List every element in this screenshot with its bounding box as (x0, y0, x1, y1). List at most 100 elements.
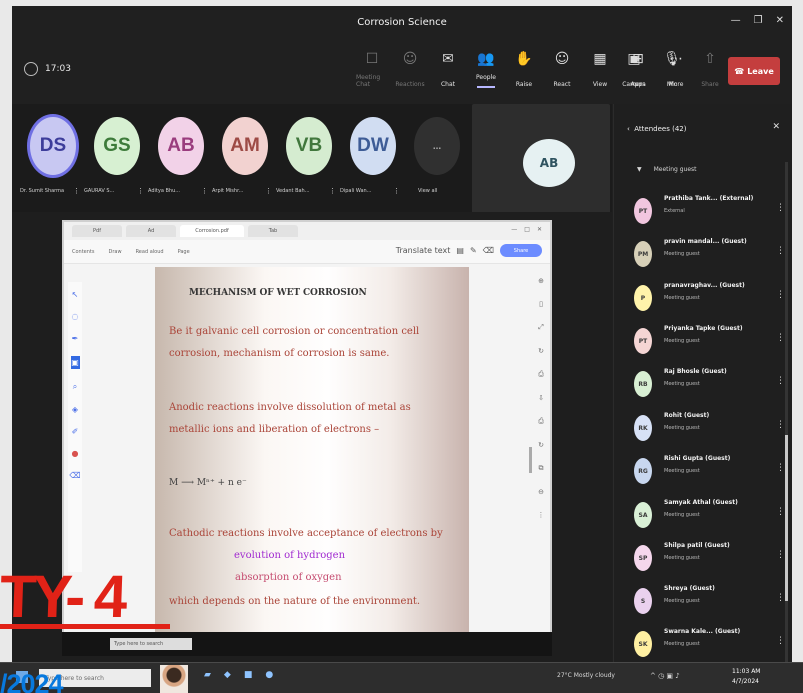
rotate-icon[interactable]: ↻ (538, 347, 544, 355)
file-explorer-icon[interactable]: ▰ (204, 670, 211, 680)
browser-tab[interactable]: Ad (126, 225, 176, 237)
attendee-row[interactable]: PT Prathiba Tank... (External) External ⋮ (634, 193, 785, 229)
participant-tile[interactable]: VB Vedant Bah... ⋮ (276, 113, 338, 203)
leave-meeting-button[interactable]: ☎ Leave (728, 57, 780, 85)
reactions-button[interactable]: ☺ Reactions (394, 50, 426, 88)
self-view-tile[interactable]: AB (472, 104, 610, 216)
attendee-row[interactable]: RK Rohit (Guest) Meeting guest ⋮ (634, 410, 785, 446)
browser-icon[interactable]: ◆ (224, 670, 231, 680)
more-options-icon[interactable]: ⋮ (776, 507, 785, 517)
draw-button[interactable]: Draw (109, 249, 122, 255)
more-options-icon[interactable]: ⋮ (329, 187, 336, 195)
zoom-icon[interactable]: ⌕ (73, 382, 77, 392)
attendee-row[interactable]: PT Priyanka Tapke (Guest) Meeting guest ⋮ (634, 323, 785, 359)
more-options-icon[interactable]: ⋮ (201, 187, 208, 195)
highlight-icon[interactable]: ▤ (456, 246, 464, 255)
people-button[interactable]: 👥 People (470, 50, 502, 88)
chat-button[interactable]: ✉ Chat (432, 50, 464, 88)
eraser-icon[interactable]: ⌫ (69, 471, 80, 480)
view-all-tile[interactable]: ... View all (404, 113, 466, 203)
more-options-icon[interactable]: ⋮ (73, 187, 80, 195)
participant-tile[interactable]: AM Arpit Mishr... ⋮ (212, 113, 274, 203)
lasso-icon[interactable]: ◌ (72, 312, 79, 321)
teams-icon[interactable]: ■ (244, 670, 253, 680)
back-icon[interactable]: ‹ (627, 125, 630, 133)
react-button[interactable]: ☺ React (546, 50, 578, 88)
close-icon[interactable]: ✕ (772, 122, 780, 132)
browser-tab[interactable]: Tab (248, 225, 298, 237)
close-icon[interactable]: ✕ (537, 226, 542, 233)
attendee-row[interactable]: SA Samyak Athal (Guest) Meeting guest ⋮ (634, 497, 785, 533)
more-options-icon[interactable]: ⋮ (776, 463, 785, 473)
zoom-in-icon[interactable]: ⊕ (538, 277, 544, 285)
more-icon[interactable]: ⋮ (538, 511, 545, 519)
attendee-row[interactable]: S Shreya (Guest) Meeting guest ⋮ (634, 583, 785, 619)
red-color-icon[interactable]: ● (72, 449, 79, 458)
participant-tile[interactable]: DW Dipali Wan... ⋮ (340, 113, 402, 203)
contents-button[interactable]: Contents (72, 249, 95, 255)
attendee-row[interactable]: Ppranavraghav... (Guest) Meeting guest ⋮ (634, 280, 785, 316)
more-options-icon[interactable]: ⋮ (776, 376, 785, 386)
selected-tool-icon[interactable]: ▣ (70, 356, 80, 369)
more-options-icon[interactable]: ⋮ (776, 290, 785, 300)
raise-hand-button[interactable]: ✋ Raise (508, 50, 540, 88)
participant-tile[interactable]: DS Dr. Sumit Sharma ⋮ (20, 113, 82, 203)
attendee-row[interactable]: RG Rishi Gupta (Guest) Meeting guest ⋮ (634, 453, 785, 489)
zoom-out-icon[interactable]: ⊖ (538, 488, 544, 496)
page-control[interactable]: Page (178, 249, 190, 255)
pdf-scrollbar-thumb[interactable] (529, 447, 532, 473)
page-icon[interactable]: ▯ (539, 300, 543, 308)
class-label-overlay: TY- 4 (0, 563, 125, 630)
save-icon[interactable]: ⇩ (538, 394, 544, 402)
marker-icon[interactable]: ◈ (72, 405, 78, 414)
more-options-icon[interactable]: ⋮ (776, 636, 785, 646)
view-button[interactable]: ▦ View (584, 50, 616, 88)
more-options-icon[interactable]: ⋮ (265, 187, 272, 195)
more-options-icon[interactable]: ⋮ (776, 593, 785, 603)
taskbar-clock[interactable]: 11:03 AM 4/7/2024 (732, 667, 760, 687)
read-aloud-button[interactable]: Read aloud (136, 249, 164, 255)
attendee-row[interactable]: RB Raj Bhosle (Guest) Meeting guest ⋮ (634, 366, 785, 402)
pen-icon[interactable]: ✒ (72, 334, 79, 343)
maximize-icon[interactable]: □ (524, 226, 530, 233)
print-icon[interactable]: ⎙ (538, 417, 544, 426)
pencil-icon[interactable]: ✐ (72, 427, 79, 436)
mic-button[interactable]: 🎙 Mic (656, 50, 688, 88)
pointer-icon[interactable]: ↖ (72, 290, 79, 299)
attendees-scrollbar[interactable] (785, 162, 788, 662)
minimize-icon[interactable]: — (511, 226, 517, 233)
attendee-row[interactable]: SK Swarna Kale... (Guest) Meeting guest ⋮ (634, 626, 785, 662)
active-browser-tab[interactable]: Corrosion.pdf (180, 225, 244, 237)
draw-icon[interactable]: ✎ (470, 246, 477, 255)
translate-button[interactable]: Translate text (396, 246, 451, 255)
browser-tab[interactable]: Pdf (72, 225, 122, 237)
attendee-row[interactable]: SP Shilpa patil (Guest) Meeting guest ⋮ (634, 540, 785, 576)
maximize-button[interactable]: ❐ (754, 15, 763, 26)
more-options-icon[interactable]: ⋮ (776, 246, 785, 256)
weather-widget[interactable]: 27°C Mostly cloudy (557, 672, 615, 679)
rotate-icon[interactable]: ↻ (538, 441, 544, 449)
minimize-button[interactable]: — (731, 15, 741, 26)
copy-icon[interactable]: ⧉ (539, 464, 544, 473)
more-options-icon[interactable]: ⋮ (776, 550, 785, 560)
more-options-icon[interactable]: ⋮ (393, 187, 400, 195)
camera-button[interactable]: ▣ Camera (618, 50, 650, 88)
meeting-chat-button[interactable]: ☐ Meeting Chat (356, 50, 388, 88)
attendee-row[interactable]: PM pravin mandal... (Guest) Meeting guest ⋮ (634, 236, 785, 272)
participant-tile[interactable]: AB Aditya Bhu... ⋮ (148, 113, 210, 203)
attendee-section-header[interactable]: ▼ Meeting guest (637, 166, 697, 173)
system-tray[interactable]: ^ ◷ ▣ ♪ (650, 672, 680, 680)
close-window-button[interactable]: ✕ (776, 15, 784, 26)
shared-search-field[interactable]: Type here to search (110, 638, 192, 650)
share-button[interactable]: Share (500, 244, 542, 257)
erase-icon[interactable]: ⌫ (483, 246, 494, 255)
more-options-icon[interactable]: ⋮ (776, 333, 785, 343)
print-icon[interactable]: ⎙ (538, 370, 544, 379)
share-screen-button[interactable]: ⇧ Share (694, 50, 726, 88)
more-options-icon[interactable]: ⋮ (137, 187, 144, 195)
more-options-icon[interactable]: ⋮ (776, 420, 785, 430)
app-icon[interactable]: ● (265, 670, 273, 680)
fit-icon[interactable]: ⤢ (538, 323, 544, 332)
participant-tile[interactable]: GS GAURAV S... ⋮ (84, 113, 146, 203)
more-options-icon[interactable]: ⋮ (776, 203, 785, 213)
